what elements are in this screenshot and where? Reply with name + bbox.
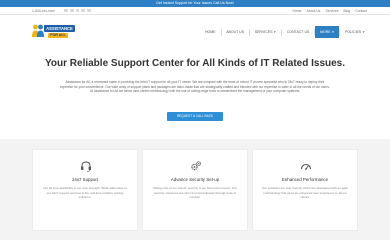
- nav-home[interactable]: HOME: [200, 26, 221, 38]
- request-callback-button[interactable]: REQUEST A CALL BACK: [167, 112, 223, 121]
- logo-wordmark: ASSISTANCE: [44, 25, 75, 32]
- promo-banner[interactable]: Get Instant Support for Your Issues Call…: [0, 0, 390, 7]
- utility-link-blog[interactable]: Blog: [344, 9, 351, 13]
- nav-more-label: MORE: [320, 30, 331, 34]
- feature-title: Enhanced Performance: [281, 177, 329, 182]
- hero-description: Assistance for All, a renowned name in p…: [60, 80, 330, 94]
- features-section: 24x7 Support Our all time availability i…: [0, 139, 390, 240]
- feature-card-security: Advance Security Set-up Taking care of o…: [142, 149, 248, 231]
- nav-contact[interactable]: CONTACT US: [282, 26, 314, 38]
- main-nav: HOME ABOUT US SERVICES▼ CONTACT US MORE▼…: [200, 26, 370, 38]
- chevron-down-icon: ▼: [331, 30, 335, 34]
- gears-icon: [191, 161, 202, 171]
- nav-contact-label: CONTACT US: [286, 30, 310, 34]
- utility-phone[interactable]: 1-844-xxx-xxxx: [32, 9, 55, 13]
- nav-services-label: SERVICES: [254, 30, 273, 34]
- feature-description: Taking care of our clients' security is …: [153, 186, 237, 199]
- feature-title: 24x7 Support: [71, 177, 99, 182]
- nav-about[interactable]: ABOUT US: [221, 26, 249, 38]
- chevron-down-icon: ▼: [273, 30, 277, 34]
- google-plus-icon[interactable]: [81, 8, 86, 13]
- headset-icon: [81, 161, 91, 172]
- facebook-icon[interactable]: [64, 8, 68, 13]
- nav-policies-label: POLICIES: [345, 30, 362, 34]
- people-icon: [32, 24, 44, 37]
- feature-description: Our solutions are user friendly which ar…: [262, 186, 348, 199]
- twitter-icon[interactable]: [69, 8, 74, 13]
- linkedin-icon[interactable]: [75, 8, 80, 13]
- nav-more[interactable]: MORE▼: [315, 26, 340, 38]
- feature-card-performance: Enhanced Performance Our solutions are u…: [252, 149, 358, 231]
- feature-description: Our all time availability is our core st…: [43, 186, 127, 199]
- gauge-icon: [300, 163, 312, 170]
- nav-about-label: ABOUT US: [226, 30, 245, 34]
- logo-tagline: FOR ALL: [48, 32, 68, 38]
- site-logo[interactable]: ASSISTANCE FOR ALL: [32, 21, 75, 41]
- feature-card-support: 24x7 Support Our all time availability i…: [32, 149, 138, 231]
- nav-home-label: HOME: [205, 30, 216, 34]
- rss-icon[interactable]: [87, 8, 91, 13]
- utility-link-home[interactable]: Home: [293, 9, 302, 13]
- utility-bar: 1-844-xxx-xxxx Home About Us Services Bl…: [0, 7, 390, 15]
- feature-title: Advance Security Set-up: [170, 177, 220, 182]
- nav-policies[interactable]: POLICIES▼: [340, 26, 370, 38]
- utility-link-services[interactable]: Services: [326, 9, 339, 13]
- utility-link-contact[interactable]: Contact: [355, 9, 367, 13]
- social-links: [64, 8, 91, 13]
- utility-link-about[interactable]: About Us: [307, 9, 321, 13]
- utility-links: Home About Us Services Blog Contact: [293, 9, 368, 13]
- chevron-down-icon: ▼: [362, 30, 365, 34]
- hero-title: Your Reliable Support Center for All Kin…: [44, 58, 346, 69]
- nav-services[interactable]: SERVICES▼: [250, 26, 281, 38]
